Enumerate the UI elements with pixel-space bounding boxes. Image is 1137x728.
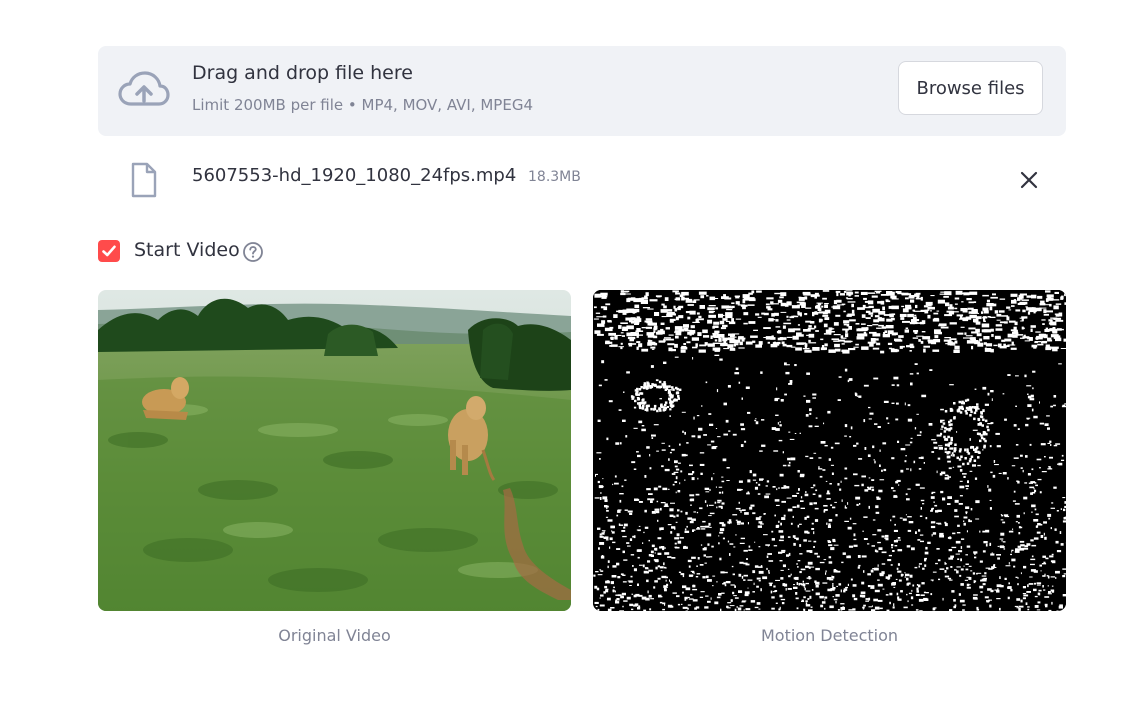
dropzone-limit-text: Limit 200MB per file • MP4, MOV, AVI, MP… <box>192 96 534 114</box>
start-video-checkbox[interactable] <box>98 240 120 262</box>
original-video-caption: Original Video <box>278 626 391 645</box>
file-name: 5607553-hd_1920_1080_24fps.mp4 <box>192 165 517 186</box>
checkmark-icon <box>102 245 116 257</box>
close-icon[interactable] <box>1018 169 1040 191</box>
dropzone-title: Drag and drop file here <box>192 62 413 84</box>
file-size: 18.3MB <box>528 169 581 185</box>
file-uploader-dropzone[interactable]: Drag and drop file here Limit 200MB per … <box>98 46 1066 136</box>
original-video-frame <box>98 290 571 611</box>
file-icon <box>131 162 157 198</box>
motion-mask-image <box>593 290 1066 611</box>
motion-detection-frame <box>593 290 1066 611</box>
uploaded-file-item: 5607553-hd_1920_1080_24fps.mp4 18.3MB <box>98 152 1066 208</box>
start-video-toggle[interactable]: Start Video <box>98 238 398 266</box>
start-video-label[interactable]: Start Video <box>134 239 240 261</box>
savanna-scene <box>98 290 571 611</box>
help-circle-icon[interactable] <box>242 241 264 263</box>
cloud-upload-icon <box>118 71 170 106</box>
browse-files-button[interactable]: Browse files <box>898 61 1043 115</box>
motion-detection-caption: Motion Detection <box>760 626 899 645</box>
